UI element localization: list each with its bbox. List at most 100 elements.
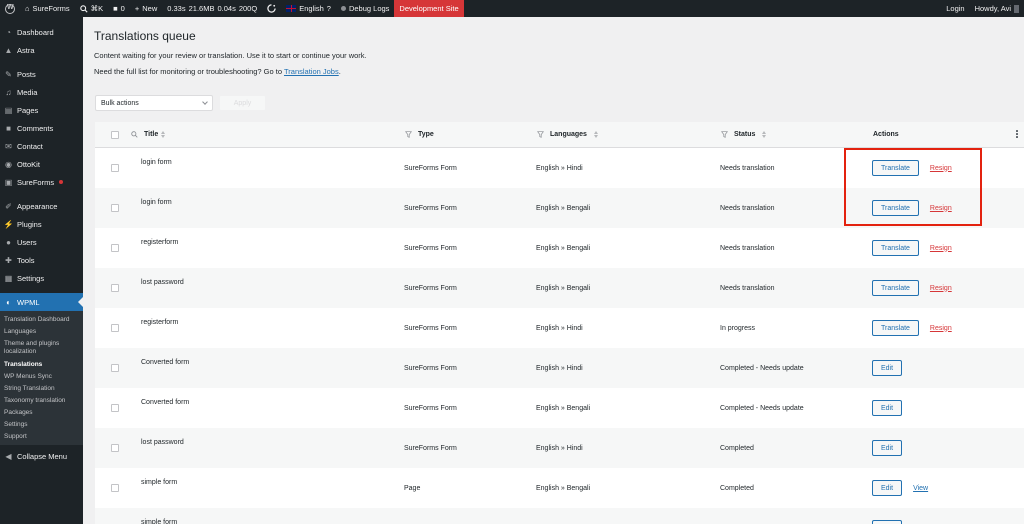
resign-link[interactable]: Resign [930, 285, 952, 292]
bulk-actions-select[interactable]: Bulk actions [95, 95, 213, 111]
home-icon: ⌂ [25, 4, 30, 13]
filter-icon[interactable] [537, 131, 544, 138]
sidebar-item-sureforms[interactable]: ▣ SureForms [0, 173, 83, 191]
resign-link[interactable]: Resign [930, 245, 952, 252]
sort-icon[interactable] [762, 131, 767, 138]
edit-button[interactable]: Edit [872, 400, 903, 416]
translate-button[interactable]: Translate [872, 240, 919, 256]
row-checkbox[interactable] [111, 164, 119, 172]
account-menu[interactable]: Howdy, Avi [970, 0, 1024, 17]
submenu-languages[interactable]: Languages [0, 326, 83, 338]
sidebar-item-wpml[interactable]: ◐ WPML [0, 293, 83, 311]
intro-suffix: . [338, 67, 341, 76]
edit-button[interactable]: Edit [872, 480, 903, 496]
query-monitor[interactable]: 0.33s 21.6MB 0.04s 200Q [162, 0, 262, 17]
translation-jobs-link[interactable]: Translation Jobs [284, 67, 339, 76]
comments-link[interactable]: ■ 0 [108, 0, 130, 17]
sidebar-item-tools[interactable]: ✚ Tools [0, 251, 83, 269]
sidebar-item-ottokit[interactable]: ◉ OttoKit [0, 155, 83, 173]
seo-menu[interactable] [262, 0, 281, 17]
sidebar-item-comments[interactable]: ■ Comments [0, 119, 83, 137]
row-checkbox[interactable] [111, 324, 119, 332]
view-link[interactable]: View [913, 485, 928, 492]
row-checkbox[interactable] [111, 284, 119, 292]
submenu-settings[interactable]: Settings [0, 419, 83, 431]
sidebar-item-appearance[interactable]: ✐ Appearance [0, 197, 83, 215]
row-title: simple form [141, 479, 178, 486]
row-checkbox[interactable] [111, 364, 119, 372]
row-languages: English » Bengali [536, 244, 591, 252]
submenu-taxonomy-translation[interactable]: Taxonomy translation [0, 395, 83, 407]
search-icon [79, 4, 88, 13]
edit-button[interactable]: Edit [872, 440, 903, 456]
table-row: registerform SureForms Form English » Hind… [95, 308, 1024, 348]
edit-button[interactable]: Edit [872, 520, 903, 524]
resign-link[interactable]: Resign [930, 325, 952, 332]
collapse-icon: ◀ [5, 451, 12, 461]
column-options-icon[interactable] [1016, 130, 1018, 138]
row-checkbox[interactable] [111, 444, 119, 452]
sidebar-item-media[interactable]: ♫ Media [0, 83, 83, 101]
submenu-support[interactable]: Support [0, 431, 83, 443]
perf-db-time: 0.04s [217, 4, 236, 13]
new-content-link[interactable]: + New [130, 0, 162, 17]
sidebar-item-astra[interactable]: ▲ Astra [0, 41, 83, 59]
submenu-translation-dashboard[interactable]: Translation Dashboard [0, 314, 83, 326]
sidebar-item-settings[interactable]: ▦ Settings [0, 269, 83, 287]
collapse-menu-button[interactable]: ◀ Collapse Menu [0, 447, 83, 465]
sort-icon[interactable] [593, 131, 598, 138]
row-actions: Edit View [872, 480, 928, 496]
command-palette[interactable]: ⌘K [75, 0, 109, 17]
row-title: registerform [141, 319, 179, 326]
debug-logs-link[interactable]: Debug Logs [336, 0, 394, 17]
row-languages: English » Hindi [536, 164, 583, 172]
search-icon[interactable] [131, 131, 138, 138]
filter-icon[interactable] [405, 131, 412, 138]
type-column-header[interactable]: Type [405, 131, 434, 138]
intro-text-jobs: Need the full list for monitoring or tro… [94, 67, 341, 76]
row-title: Converted form [141, 399, 190, 406]
status-column-header[interactable]: Status [721, 131, 767, 138]
row-checkbox[interactable] [111, 404, 119, 412]
edit-button[interactable]: Edit [872, 360, 903, 376]
sidebar-item-label: Settings [17, 273, 45, 283]
actions-header-label: Actions [873, 131, 899, 138]
mail-icon: ✉ [5, 141, 12, 151]
submenu-string-translation[interactable]: String Translation [0, 383, 83, 395]
languages-column-header[interactable]: Languages [537, 131, 598, 138]
translate-button[interactable]: Translate [872, 320, 919, 336]
row-type: SureForms Form [404, 364, 457, 372]
sidebar-item-label: Dashboard [17, 27, 54, 37]
perf-memory: 21.6MB [188, 4, 215, 13]
submenu-theme-plugins-localization[interactable]: Theme and plugins localization [0, 338, 83, 358]
apply-button[interactable]: Apply [219, 95, 266, 111]
row-title: lost password [141, 439, 184, 446]
submenu-translations[interactable]: Translations [0, 359, 83, 371]
settings-icon: ▦ [4, 273, 13, 283]
row-checkbox[interactable] [111, 244, 119, 252]
sidebar-item-dashboard[interactable]: ◔ Dashboard [0, 23, 83, 41]
row-checkbox[interactable] [111, 204, 119, 212]
sidebar-item-users[interactable]: ● Users [0, 233, 83, 251]
sidebar-item-label: Users [17, 237, 37, 247]
filter-icon[interactable] [721, 131, 728, 138]
translate-button[interactable]: Translate [872, 280, 919, 296]
title-column-header[interactable]: Title [131, 131, 166, 138]
language-switcher[interactable]: English ? [281, 0, 336, 17]
sort-icon[interactable] [161, 131, 166, 138]
sidebar-item-contact[interactable]: ✉ Contact [0, 137, 83, 155]
sidebar-item-plugins[interactable]: ⚡ Plugins [0, 215, 83, 233]
sidebar-item-label: Tools [17, 255, 35, 265]
wpml-icon: ◐ [6, 297, 11, 307]
submenu-wp-menus-sync[interactable]: WP Menus Sync [0, 371, 83, 383]
site-name-link[interactable]: ⌂ SureForms [20, 0, 75, 17]
select-all-checkbox[interactable] [111, 130, 119, 139]
shortcut-label: ⌘K [90, 4, 104, 13]
submenu-packages[interactable]: Packages [0, 407, 83, 419]
sidebar-item-pages[interactable]: ▤ Pages [0, 101, 83, 119]
login-link[interactable]: Login [941, 0, 969, 17]
sidebar-item-posts[interactable]: ✎ Posts [0, 65, 83, 83]
wp-logo-menu[interactable] [0, 0, 20, 17]
row-languages: English » Bengali [536, 284, 591, 292]
row-checkbox[interactable] [111, 484, 119, 492]
